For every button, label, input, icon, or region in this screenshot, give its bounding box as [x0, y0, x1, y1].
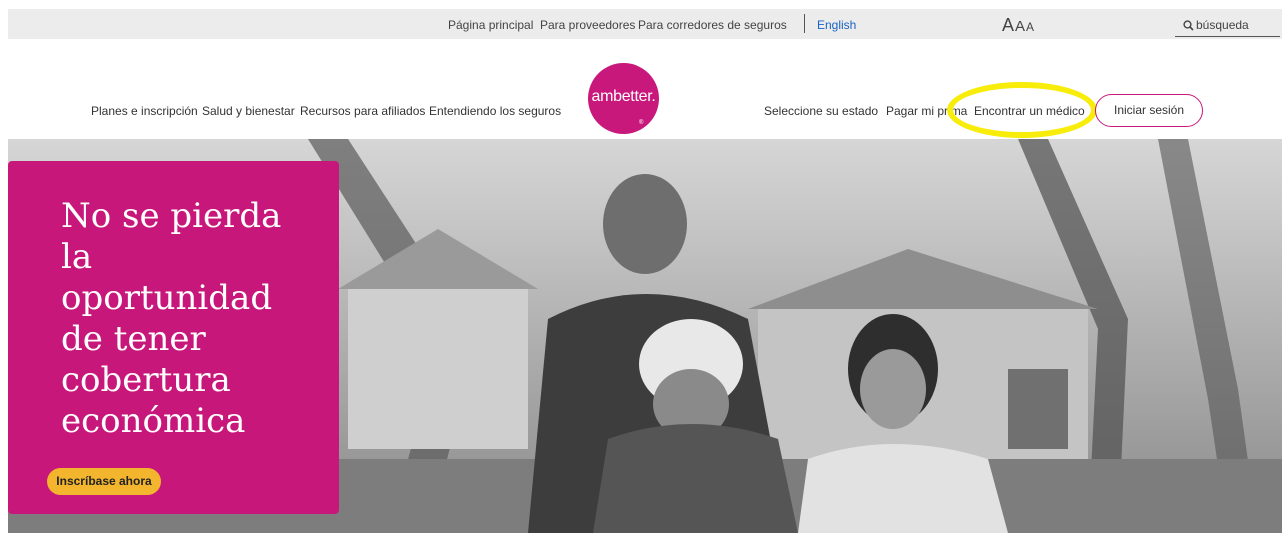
nav-plans-enrollment[interactable]: Planes e inscripción: [91, 104, 198, 118]
nav-member-resources[interactable]: Recursos para afiliados: [300, 104, 425, 118]
ambetter-logo[interactable]: ambetter. ®: [588, 63, 659, 134]
home-link[interactable]: Página principal: [448, 18, 533, 32]
highlight-annotation: [947, 82, 1097, 138]
registered-mark: ®: [639, 120, 644, 126]
enroll-now-button[interactable]: Inscríbase ahora: [47, 468, 161, 495]
text-size-small-button[interactable]: A: [1026, 20, 1034, 34]
text-size-medium-button[interactable]: A: [1015, 18, 1025, 35]
promo-card: No se pierda la oportunidad de tener cob…: [8, 161, 339, 514]
login-button[interactable]: Iniciar sesión: [1095, 94, 1203, 127]
divider: [804, 14, 805, 33]
nav-understanding-insurance[interactable]: Entendiendo los seguros: [429, 104, 561, 118]
search-placeholder: búsqueda: [1196, 18, 1249, 32]
nav-health-wellness[interactable]: Salud y bienestar: [202, 104, 295, 118]
search-input[interactable]: búsqueda: [1175, 17, 1280, 37]
nav-select-state[interactable]: Seleccione su estado: [764, 104, 878, 118]
text-size-controls: AAA: [1002, 15, 1035, 36]
utility-bar: Página principal Para proveedores Para c…: [8, 9, 1282, 39]
providers-link[interactable]: Para proveedores: [540, 18, 635, 32]
hero-heading: No se pierda la oportunidad de tener cob…: [61, 196, 282, 441]
brokers-link[interactable]: Para corredores de seguros: [638, 18, 787, 32]
text-size-large-button[interactable]: A: [1002, 15, 1014, 36]
logo-wordmark: ambetter.: [591, 88, 656, 105]
search-icon: [1183, 20, 1194, 31]
language-toggle-link[interactable]: English: [817, 18, 856, 32]
